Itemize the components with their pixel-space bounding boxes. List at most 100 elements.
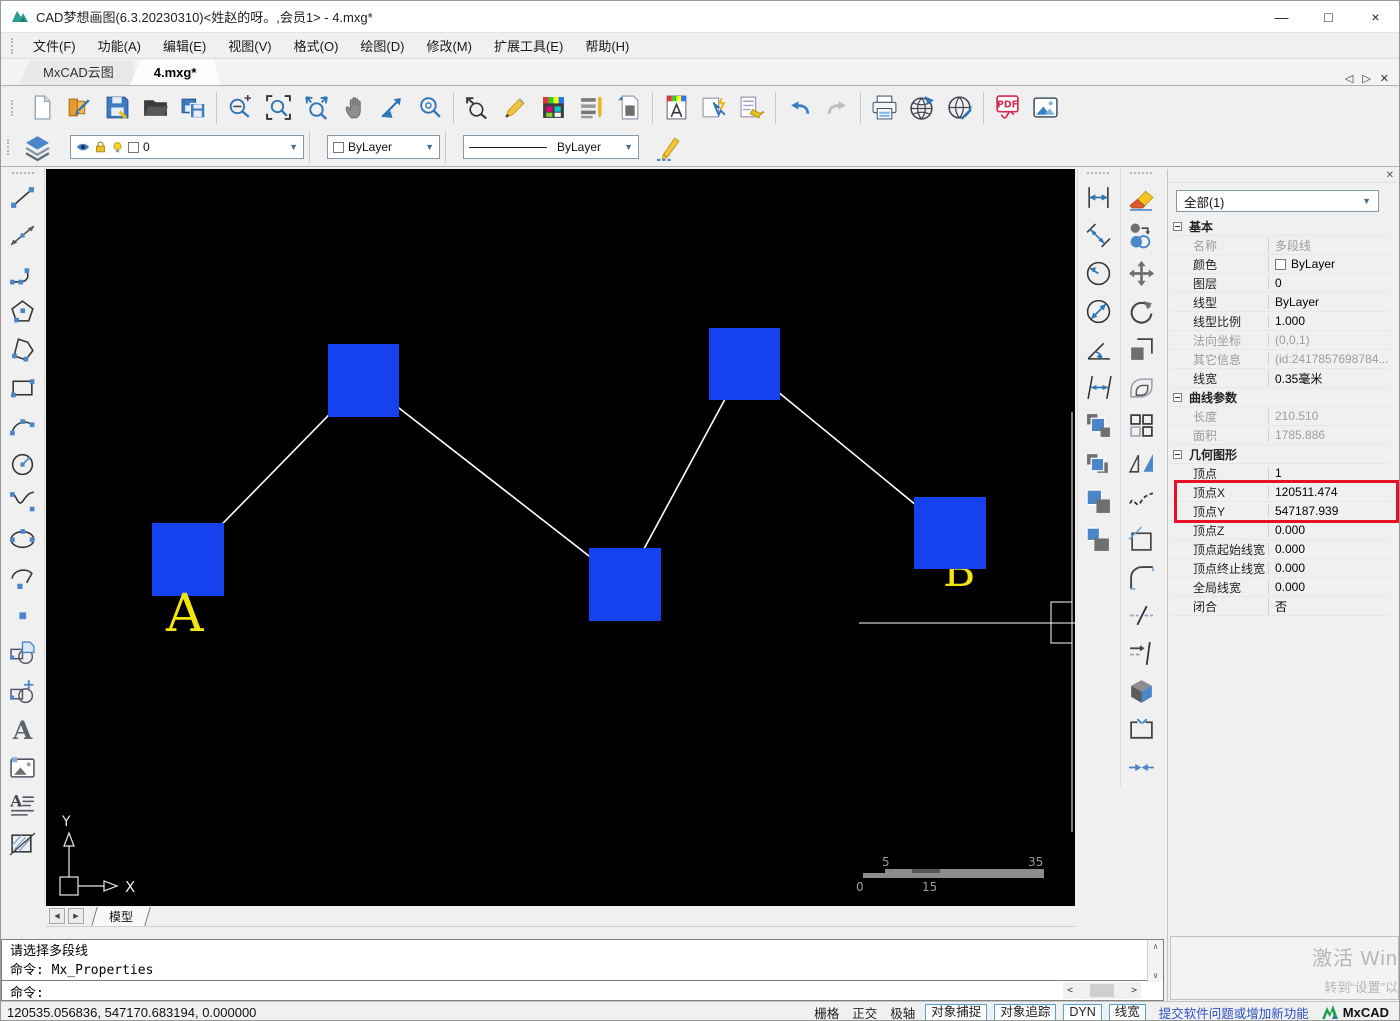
drawing-canvas[interactable]: B A 5 35 0 15 Y X	[46, 169, 1075, 906]
draw-polyline-icon[interactable]	[4, 254, 42, 292]
layer-manager2-icon[interactable]	[18, 128, 56, 166]
menu-item[interactable]: 格式(O)	[283, 37, 350, 56]
scale-icon[interactable]	[1122, 330, 1160, 368]
tab-scroll-left-icon[interactable]: ◁	[1345, 72, 1353, 85]
mirror-icon[interactable]	[1122, 444, 1160, 482]
menu-item[interactable]: 扩展工具(E)	[483, 37, 574, 56]
command-scrollbar[interactable]: ∧ ∨	[1147, 940, 1163, 982]
fillet-icon[interactable]	[1122, 558, 1160, 596]
property-value[interactable]: 0.000	[1268, 561, 1390, 575]
property-row[interactable]: 顶点X 120511.474	[1170, 483, 1390, 502]
property-value[interactable]: 0.000	[1268, 542, 1390, 556]
property-row[interactable]: 线型比例 1.000	[1170, 312, 1390, 331]
axis-arrows-icon[interactable]	[373, 89, 411, 127]
pan-icon[interactable]	[335, 89, 373, 127]
create-block-icon[interactable]	[4, 672, 42, 710]
status-toggle-栅格[interactable]: 栅格	[811, 1003, 842, 1021]
draw-mtext-icon[interactable]: A	[4, 786, 42, 824]
property-value[interactable]: 120511.474	[1268, 485, 1390, 499]
collapse-icon[interactable]	[1173, 449, 1182, 459]
property-value[interactable]: ByLayer	[1268, 257, 1390, 271]
status-toggle-对象追踪[interactable]: 对象追踪	[994, 1003, 1057, 1020]
menu-item[interactable]: 文件(F)	[22, 37, 87, 56]
trim-icon[interactable]	[1122, 596, 1160, 634]
format-brush-icon[interactable]	[733, 89, 771, 127]
draw-spline-icon[interactable]	[4, 482, 42, 520]
dim-diameter-icon[interactable]	[1079, 292, 1117, 330]
property-section[interactable]: 几何图形	[1170, 445, 1390, 464]
linetype-manager-icon[interactable]	[572, 89, 610, 127]
property-value[interactable]: 0.000	[1268, 580, 1390, 594]
quick-select-icon[interactable]	[695, 89, 733, 127]
extend-icon[interactable]	[1122, 634, 1160, 672]
property-row[interactable]: 顶点 1	[1170, 464, 1390, 483]
color-select[interactable]: ByLayer ▼	[327, 135, 440, 159]
paste-as-block-icon[interactable]	[1079, 520, 1117, 558]
collapse-icon[interactable]	[1173, 221, 1182, 231]
property-row[interactable]: 顶点Z 0.000	[1170, 521, 1390, 540]
status-toggle-正交[interactable]: 正交	[849, 1003, 880, 1021]
redo-icon[interactable]	[818, 89, 856, 127]
scroll-left-icon[interactable]: <	[1067, 985, 1073, 996]
property-row[interactable]: 面积 1785.886	[1170, 426, 1390, 445]
layer-manager-icon[interactable]	[657, 89, 695, 127]
property-row[interactable]: 闭合 否	[1170, 597, 1390, 616]
properties-pencil-icon[interactable]	[649, 128, 687, 166]
page-setup-icon[interactable]	[610, 89, 648, 127]
property-value[interactable]: ByLayer	[1268, 295, 1390, 309]
command-window[interactable]: 请选择多段线 命令: Mx_Properties 命令: ∧ ∨ < >	[1, 939, 1164, 1001]
sketch-icon[interactable]	[496, 89, 534, 127]
status-toggle-对象捕捉[interactable]: 对象捕捉	[925, 1003, 988, 1020]
minimize-button[interactable]: —	[1258, 1, 1305, 32]
zoom-center-icon[interactable]	[411, 89, 449, 127]
color-palette-icon[interactable]	[534, 89, 572, 127]
layer-select[interactable]: 0 ▼	[70, 135, 304, 159]
scroll-right-icon[interactable]: >	[1131, 985, 1137, 996]
linetype-select[interactable]: ByLayer ▼	[463, 135, 639, 159]
property-row[interactable]: 顶点起始线宽 0.000	[1170, 540, 1390, 559]
save-as-icon[interactable]	[174, 89, 212, 127]
break-icon[interactable]	[1122, 710, 1160, 748]
status-toggle-线宽[interactable]: 线宽	[1108, 1003, 1146, 1020]
menu-item[interactable]: 编辑(E)	[152, 37, 217, 56]
web-open-icon[interactable]	[941, 89, 979, 127]
property-value[interactable]: 1785.886	[1268, 428, 1390, 442]
model-tab[interactable]: 模型	[91, 906, 151, 926]
command-hscrollbar[interactable]: < >	[1063, 982, 1141, 999]
status-toggle-DYN[interactable]: DYN	[1063, 1003, 1102, 1020]
property-section[interactable]: 基本	[1170, 217, 1390, 236]
scroll-up-icon[interactable]: ∧	[1153, 942, 1158, 951]
copy-with-base-icon[interactable]	[1079, 444, 1117, 482]
erase-icon[interactable]	[1122, 178, 1160, 216]
draw-rectangle-icon[interactable]	[4, 368, 42, 406]
menu-item[interactable]: 帮助(H)	[574, 37, 640, 56]
scroll-down-icon[interactable]: ∨	[1153, 971, 1158, 980]
property-value[interactable]: 547187.939	[1268, 504, 1390, 518]
spline-fit-icon[interactable]	[1122, 482, 1160, 520]
property-section[interactable]: 曲线参数	[1170, 388, 1390, 407]
property-value[interactable]: 多段线	[1268, 236, 1390, 254]
layout-prev-icon[interactable]: ◀	[49, 908, 65, 924]
property-value[interactable]: 1.000	[1268, 314, 1390, 328]
zoom-previous-icon[interactable]	[458, 89, 496, 127]
property-row[interactable]: 顶点Y 547187.939	[1170, 502, 1390, 521]
feedback-link[interactable]: 提交软件问题或增加新功能	[1159, 1003, 1309, 1021]
move-icon[interactable]	[1122, 254, 1160, 292]
property-value[interactable]: 否	[1268, 597, 1390, 615]
attach-image-icon[interactable]	[4, 748, 42, 786]
draw-polygon-icon[interactable]	[4, 292, 42, 330]
draw-hatch-icon[interactable]	[4, 824, 42, 862]
property-row[interactable]: 法向坐标 (0,0,1)	[1170, 331, 1390, 350]
open-drawing-icon[interactable]	[60, 89, 98, 127]
property-value[interactable]: 0.35毫米	[1268, 369, 1390, 387]
new-file-icon[interactable]	[22, 89, 60, 127]
insert-image-icon[interactable]	[1026, 89, 1064, 127]
property-row[interactable]: 其它信息 (id:2417857698784...	[1170, 350, 1390, 369]
paste-icon[interactable]	[1079, 482, 1117, 520]
draw-closed-polyline-icon[interactable]	[4, 330, 42, 368]
dim-distance-icon[interactable]	[1079, 368, 1117, 406]
property-value[interactable]: 210.510	[1268, 409, 1390, 423]
dim-angular-icon[interactable]	[1079, 330, 1117, 368]
property-row[interactable]: 全局线宽 0.000	[1170, 578, 1390, 597]
draw-ellipse-icon[interactable]	[4, 520, 42, 558]
